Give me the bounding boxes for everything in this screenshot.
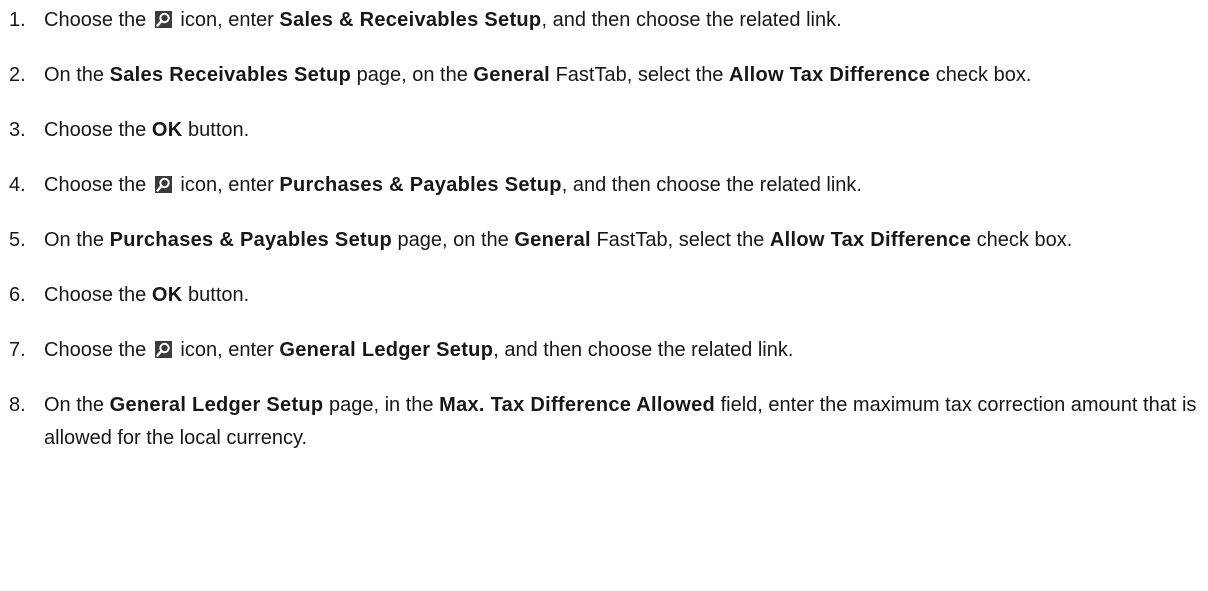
- step-text-fragment: check box.: [971, 229, 1073, 251]
- step-number: 6.: [9, 284, 26, 306]
- step-text-fragment: , and then choose the related link.: [493, 339, 794, 361]
- ui-term: OK: [151, 119, 183, 141]
- ui-term: Sales & Receivables Setup: [279, 9, 542, 31]
- step-number: 4.: [9, 174, 26, 196]
- list-item: 7. Choose the icon, enter General Ledger …: [0, 334, 1208, 367]
- step-text-fragment: Choose the: [44, 119, 152, 141]
- step-text-fragment: , and then choose the related link.: [561, 174, 862, 196]
- step-text-fragment: check box.: [930, 64, 1032, 86]
- step-text-fragment: FastTab, select the: [590, 229, 770, 251]
- step-text-fragment: page, on the: [391, 229, 515, 251]
- step-text-fragment: button.: [182, 284, 250, 306]
- ui-term: Allow Tax Difference: [729, 64, 931, 86]
- step-text: On the Purchases & Payables Setup page, …: [44, 229, 1072, 251]
- document-body: 1. Choose the icon, enter Sales & Receiva…: [0, 0, 1208, 455]
- ui-term: General Ledger Setup: [279, 339, 494, 361]
- step-text-fragment: Choose the: [44, 284, 152, 306]
- search-icon: [154, 341, 172, 358]
- ui-term: Sales Receivables Setup: [109, 64, 352, 86]
- step-text-fragment: On the: [44, 229, 110, 251]
- instruction-steps: 1. Choose the icon, enter Sales & Receiva…: [0, 4, 1208, 455]
- search-icon: [154, 176, 172, 193]
- step-number: 5.: [9, 229, 26, 251]
- step-text-fragment: page, on the: [351, 64, 474, 86]
- step-text-fragment: icon, enter: [174, 174, 280, 196]
- step-text-fragment: On the: [44, 394, 110, 416]
- ui-term: Allow Tax Difference: [769, 229, 972, 251]
- step-text: Choose the icon, enter Purchases & Payab…: [44, 174, 862, 196]
- ui-term: Max. Tax Difference Allowed: [439, 394, 716, 416]
- search-icon: [154, 11, 172, 28]
- step-text-fragment: FastTab, select the: [550, 64, 729, 86]
- step-number: 3.: [9, 119, 26, 141]
- step-number: 2.: [9, 64, 26, 86]
- step-text: Choose the icon, enter Sales & Receivabl…: [44, 9, 842, 31]
- list-item: 6. Choose the OK button.: [0, 279, 1208, 312]
- step-text-fragment: On the: [44, 64, 110, 86]
- step-text: Choose the OK button.: [44, 119, 249, 141]
- ui-term: General Ledger Setup: [109, 394, 324, 416]
- step-text: On the Sales Receivables Setup page, on …: [44, 64, 1031, 86]
- ui-term: OK: [151, 284, 183, 306]
- step-text-fragment: Choose the: [44, 174, 152, 196]
- step-text-fragment: icon, enter: [174, 9, 280, 31]
- step-number: 8.: [9, 394, 26, 416]
- list-item: 4. Choose the icon, enter Purchases & Pay…: [0, 169, 1208, 202]
- step-text-fragment: Choose the: [44, 339, 152, 361]
- step-text-fragment: , and then choose the related link.: [541, 9, 842, 31]
- list-item: 2. On the Sales Receivables Setup page, o…: [0, 59, 1208, 92]
- list-item: 8. On the General Ledger Setup page, in t…: [0, 389, 1208, 455]
- list-item: 1. Choose the icon, enter Sales & Receiva…: [0, 4, 1208, 37]
- step-text-fragment: page, in the: [323, 394, 440, 416]
- step-text-fragment: icon, enter: [174, 339, 280, 361]
- step-text: On the General Ledger Setup page, in the…: [44, 394, 1196, 449]
- step-text: Choose the icon, enter General Ledger Se…: [44, 339, 793, 361]
- step-text-fragment: button.: [182, 119, 250, 141]
- ui-term: Purchases & Payables Setup: [109, 229, 392, 251]
- step-number: 7.: [9, 339, 26, 361]
- ui-term: General: [473, 64, 551, 86]
- step-number: 1.: [9, 9, 26, 31]
- ui-term: Purchases & Payables Setup: [279, 174, 562, 196]
- list-item: 5. On the Purchases & Payables Setup page…: [0, 224, 1208, 257]
- step-text: Choose the OK button.: [44, 284, 249, 306]
- ui-term: General: [514, 229, 591, 251]
- list-item: 3. Choose the OK button.: [0, 114, 1208, 147]
- step-text-fragment: Choose the: [44, 9, 152, 31]
